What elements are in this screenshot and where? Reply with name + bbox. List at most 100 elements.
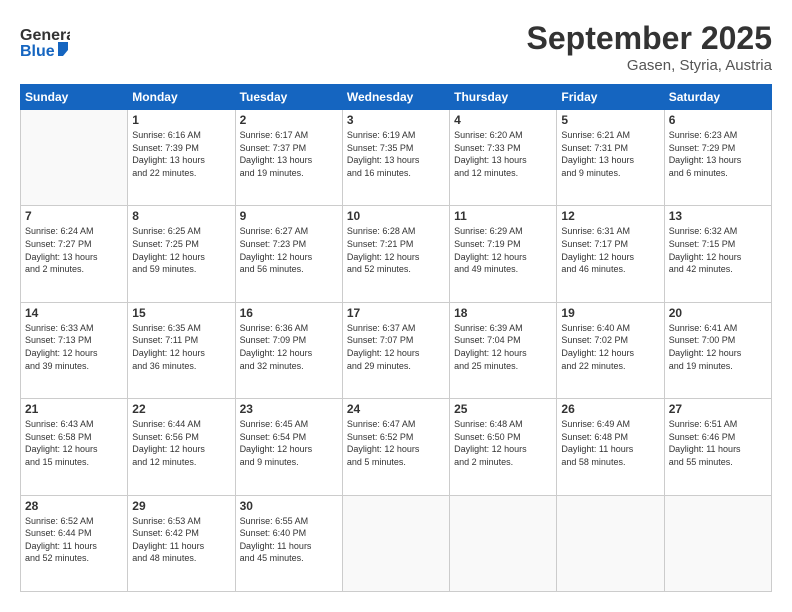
calendar-cell: 6Sunrise: 6:23 AMSunset: 7:29 PMDaylight… [664, 110, 771, 206]
day-info: Sunrise: 6:45 AMSunset: 6:54 PMDaylight:… [240, 418, 338, 468]
calendar-cell [21, 110, 128, 206]
week-row-1: 7Sunrise: 6:24 AMSunset: 7:27 PMDaylight… [21, 206, 772, 302]
day-number: 11 [454, 209, 552, 223]
svg-text:Blue: Blue [20, 43, 55, 60]
day-number: 3 [347, 113, 445, 127]
calendar-cell: 15 Sunrise: 6:35 AMSunset: 7:11 PMDayligh… [128, 302, 235, 398]
calendar-cell: 8 Sunrise: 6:25 AMSunset: 7:25 PMDaylight… [128, 206, 235, 302]
day-info: Sunrise: 6:40 AMSunset: 7:02 PMDaylight:… [561, 322, 659, 372]
day-number: 26 [561, 402, 659, 416]
calendar-cell [342, 495, 449, 591]
header: General Blue September 2025 Gasen, Styri… [20, 20, 772, 74]
day-number: 2 [240, 113, 338, 127]
day-number: 5 [561, 113, 659, 127]
day-info: Sunrise: 6:32 AMSunset: 7:15 PMDaylight:… [669, 225, 767, 275]
day-info: Sunrise: 6:52 AMSunset: 6:44 PMDaylight:… [25, 515, 123, 565]
day-info: Sunrise: 6:37 AMSunset: 7:07 PMDaylight:… [347, 322, 445, 372]
day-number: 28 [25, 499, 123, 513]
month-title: September 2025 [527, 20, 772, 57]
day-info: Sunrise: 6:28 AMSunset: 7:21 PMDaylight:… [347, 225, 445, 275]
day-number: 15 [132, 306, 230, 320]
day-info: Sunrise: 6:33 AMSunset: 7:13 PMDaylight:… [25, 322, 123, 372]
day-number: 20 [669, 306, 767, 320]
day-number: 14 [25, 306, 123, 320]
calendar-cell: 25Sunrise: 6:48 AMSunset: 6:50 PMDayligh… [450, 399, 557, 495]
calendar-cell: 1Sunrise: 6:16 AMSunset: 7:39 PMDaylight… [128, 110, 235, 206]
day-number: 4 [454, 113, 552, 127]
calendar-cell: 20 Sunrise: 6:41 AMSunset: 7:00 PMDayligh… [664, 302, 771, 398]
weekday-header-wednesday: Wednesday [342, 85, 449, 110]
week-row-3: 21 Sunrise: 6:43 AMSunset: 6:58 PMDayligh… [21, 399, 772, 495]
day-info: Sunrise: 6:36 AMSunset: 7:09 PMDaylight:… [240, 322, 338, 372]
calendar-cell: 22Sunrise: 6:44 AMSunset: 6:56 PMDayligh… [128, 399, 235, 495]
day-number: 10 [347, 209, 445, 223]
calendar-cell: 16 Sunrise: 6:36 AMSunset: 7:09 PMDayligh… [235, 302, 342, 398]
calendar-cell [664, 495, 771, 591]
day-number: 19 [561, 306, 659, 320]
day-info: Sunrise: 6:41 AMSunset: 7:00 PMDaylight:… [669, 322, 767, 372]
day-number: 12 [561, 209, 659, 223]
logo-icon: General Blue [20, 20, 70, 65]
day-info: Sunrise: 6:21 AMSunset: 7:31 PMDaylight:… [561, 129, 659, 179]
day-number: 23 [240, 402, 338, 416]
day-info: Sunrise: 6:55 AMSunset: 6:40 PMDaylight:… [240, 515, 338, 565]
day-info: Sunrise: 6:24 AMSunset: 7:27 PMDaylight:… [25, 225, 123, 275]
calendar-cell [557, 495, 664, 591]
day-info: Sunrise: 6:53 AMSunset: 6:42 PMDaylight:… [132, 515, 230, 565]
calendar-cell: 3 Sunrise: 6:19 AMSunset: 7:35 PMDaylight… [342, 110, 449, 206]
day-info: Sunrise: 6:27 AMSunset: 7:23 PMDaylight:… [240, 225, 338, 275]
day-number: 27 [669, 402, 767, 416]
day-info: Sunrise: 6:48 AMSunset: 6:50 PMDaylight:… [454, 418, 552, 468]
day-info: Sunrise: 6:51 AMSunset: 6:46 PMDaylight:… [669, 418, 767, 468]
calendar-cell: 7Sunrise: 6:24 AMSunset: 7:27 PMDaylight… [21, 206, 128, 302]
day-info: Sunrise: 6:49 AMSunset: 6:48 PMDaylight:… [561, 418, 659, 468]
day-number: 1 [132, 113, 230, 127]
weekday-header-sunday: Sunday [21, 85, 128, 110]
calendar-cell: 13 Sunrise: 6:32 AMSunset: 7:15 PMDayligh… [664, 206, 771, 302]
day-info: Sunrise: 6:29 AMSunset: 7:19 PMDaylight:… [454, 225, 552, 275]
logo: General Blue [20, 20, 70, 65]
week-row-2: 14 Sunrise: 6:33 AMSunset: 7:13 PMDayligh… [21, 302, 772, 398]
weekday-header-thursday: Thursday [450, 85, 557, 110]
day-info: Sunrise: 6:43 AMSunset: 6:58 PMDaylight:… [25, 418, 123, 468]
day-info: Sunrise: 6:47 AMSunset: 6:52 PMDaylight:… [347, 418, 445, 468]
day-info: Sunrise: 6:17 AMSunset: 7:37 PMDaylight:… [240, 129, 338, 179]
title-block: September 2025 Gasen, Styria, Austria [527, 20, 772, 74]
day-number: 13 [669, 209, 767, 223]
page: General Blue September 2025 Gasen, Styri… [0, 0, 792, 612]
day-info: Sunrise: 6:23 AMSunset: 7:29 PMDaylight:… [669, 129, 767, 179]
day-number: 8 [132, 209, 230, 223]
day-info: Sunrise: 6:39 AMSunset: 7:04 PMDaylight:… [454, 322, 552, 372]
calendar-cell: 5 Sunrise: 6:21 AMSunset: 7:31 PMDaylight… [557, 110, 664, 206]
calendar-cell: 28 Sunrise: 6:52 AMSunset: 6:44 PMDayligh… [21, 495, 128, 591]
calendar-cell: 23 Sunrise: 6:45 AMSunset: 6:54 PMDayligh… [235, 399, 342, 495]
calendar-cell: 9Sunrise: 6:27 AMSunset: 7:23 PMDaylight… [235, 206, 342, 302]
week-row-0: 1Sunrise: 6:16 AMSunset: 7:39 PMDaylight… [21, 110, 772, 206]
day-info: Sunrise: 6:19 AMSunset: 7:35 PMDaylight:… [347, 129, 445, 179]
calendar-cell: 21 Sunrise: 6:43 AMSunset: 6:58 PMDayligh… [21, 399, 128, 495]
day-number: 18 [454, 306, 552, 320]
location: Gasen, Styria, Austria [527, 57, 772, 74]
calendar-cell: 14 Sunrise: 6:33 AMSunset: 7:13 PMDayligh… [21, 302, 128, 398]
week-row-4: 28 Sunrise: 6:52 AMSunset: 6:44 PMDayligh… [21, 495, 772, 591]
calendar-cell [450, 495, 557, 591]
calendar-cell: 30 Sunrise: 6:55 AMSunset: 6:40 PMDayligh… [235, 495, 342, 591]
day-number: 21 [25, 402, 123, 416]
weekday-header-row: SundayMondayTuesdayWednesdayThursdayFrid… [21, 85, 772, 110]
day-number: 17 [347, 306, 445, 320]
calendar-cell: 11 Sunrise: 6:29 AMSunset: 7:19 PMDayligh… [450, 206, 557, 302]
day-info: Sunrise: 6:35 AMSunset: 7:11 PMDaylight:… [132, 322, 230, 372]
day-number: 16 [240, 306, 338, 320]
calendar-cell: 27 Sunrise: 6:51 AMSunset: 6:46 PMDayligh… [664, 399, 771, 495]
calendar-cell: 18 Sunrise: 6:39 AMSunset: 7:04 PMDayligh… [450, 302, 557, 398]
calendar-table: SundayMondayTuesdayWednesdayThursdayFrid… [20, 84, 772, 592]
day-info: Sunrise: 6:25 AMSunset: 7:25 PMDaylight:… [132, 225, 230, 275]
calendar-cell: 24Sunrise: 6:47 AMSunset: 6:52 PMDayligh… [342, 399, 449, 495]
calendar-cell: 19 Sunrise: 6:40 AMSunset: 7:02 PMDayligh… [557, 302, 664, 398]
weekday-header-monday: Monday [128, 85, 235, 110]
day-number: 30 [240, 499, 338, 513]
calendar-cell: 12Sunrise: 6:31 AMSunset: 7:17 PMDayligh… [557, 206, 664, 302]
calendar-cell: 2 Sunrise: 6:17 AMSunset: 7:37 PMDaylight… [235, 110, 342, 206]
calendar-cell: 29Sunrise: 6:53 AMSunset: 6:42 PMDayligh… [128, 495, 235, 591]
svg-text:General: General [20, 27, 70, 44]
